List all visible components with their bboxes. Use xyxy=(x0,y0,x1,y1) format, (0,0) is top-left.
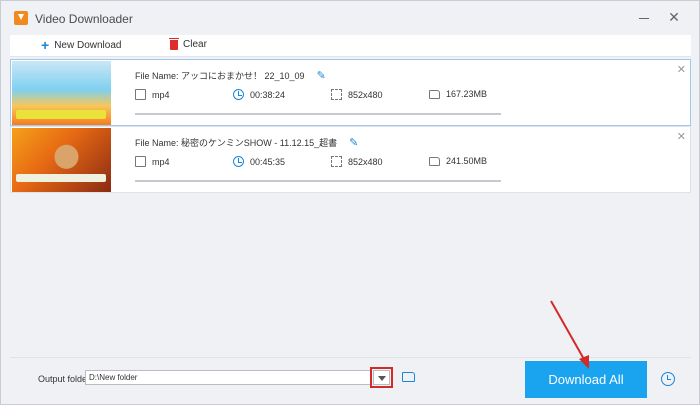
duration-info: 00:45:35 xyxy=(233,156,285,167)
output-folder-input[interactable] xyxy=(85,370,372,385)
minimize-icon[interactable] xyxy=(639,13,649,23)
duration-info: 00:38:24 xyxy=(233,89,285,100)
file-name: File Name: 秘密のケンミンSHOW - 11.12.15_超書 ✎ xyxy=(135,136,359,149)
app-icon xyxy=(14,11,28,25)
file-icon xyxy=(135,156,146,167)
close-icon[interactable]: ✕ xyxy=(667,10,681,24)
clock-icon xyxy=(233,89,244,100)
title-bar: Video Downloader ✕ xyxy=(1,1,699,35)
clear-button[interactable]: Clear xyxy=(169,37,207,50)
resize-icon xyxy=(331,156,342,167)
list-item[interactable]: File Name: 秘密のケンミンSHOW - 11.12.15_超書 ✎ m… xyxy=(10,126,691,193)
app-window: Video Downloader ✕ + New Download Clear … xyxy=(0,0,700,405)
folder-open-icon[interactable] xyxy=(402,372,415,382)
list-item[interactable]: File Name: アッコにおまかせ！ 22_10_09 ✎ mp4 00:3… xyxy=(10,59,691,126)
clock-icon xyxy=(233,156,244,167)
format-info: mp4 xyxy=(135,89,170,100)
resolution-info: 852x480 xyxy=(331,156,383,167)
size-info: 167.23MB xyxy=(429,89,487,99)
folder-icon xyxy=(429,156,440,166)
format-info: mp4 xyxy=(135,156,170,167)
edit-icon[interactable]: ✎ xyxy=(317,69,326,82)
alarm-icon[interactable] xyxy=(661,372,675,386)
new-download-button[interactable]: + New Download xyxy=(41,37,122,53)
progress-bar xyxy=(135,113,501,115)
window-title: Video Downloader xyxy=(35,12,133,26)
file-icon xyxy=(135,89,146,100)
remove-item-icon[interactable]: ✕ xyxy=(677,130,686,143)
remove-item-icon[interactable]: ✕ xyxy=(677,63,686,76)
new-download-label: New Download xyxy=(54,39,122,51)
download-list: File Name: アッコにおまかせ！ 22_10_09 ✎ mp4 00:3… xyxy=(10,57,691,357)
video-thumbnail xyxy=(12,128,111,192)
size-info: 241.50MB xyxy=(429,156,487,166)
progress-bar xyxy=(135,180,501,182)
plus-icon: + xyxy=(41,37,50,53)
video-thumbnail xyxy=(12,61,111,125)
resolution-info: 852x480 xyxy=(331,89,383,100)
bottom-bar: Output folder: Download All xyxy=(10,357,691,399)
trash-icon xyxy=(169,37,179,50)
file-name: File Name: アッコにおまかせ！ 22_10_09 ✎ xyxy=(135,69,326,82)
clear-label: Clear xyxy=(183,39,207,50)
edit-icon[interactable]: ✎ xyxy=(349,136,358,149)
download-all-button[interactable]: Download All xyxy=(525,361,647,398)
toolbar: + New Download Clear xyxy=(10,35,691,57)
resize-icon xyxy=(331,89,342,100)
chevron-down-icon[interactable] xyxy=(370,367,393,388)
folder-icon xyxy=(429,89,440,99)
